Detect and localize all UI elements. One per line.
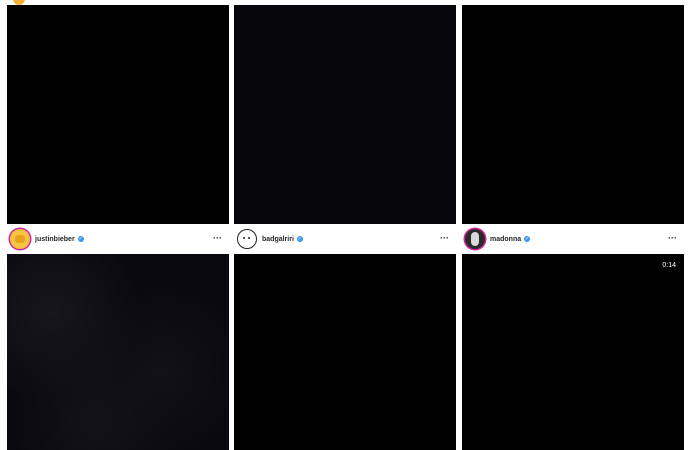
more-options-icon[interactable]: ···: [440, 233, 449, 243]
verified-badge-icon: ✓: [296, 236, 303, 242]
post-media-badgalriri[interactable]: [234, 254, 456, 450]
feed-column-3: madonna ✓ ··· 0:14: [462, 0, 684, 450]
verified-badge-icon: ✓: [77, 236, 84, 242]
post-media-top-3[interactable]: [462, 5, 684, 224]
username-link[interactable]: badgalriri: [262, 236, 294, 243]
post-header-badgalriri: badgalriri ✓ ···: [234, 225, 456, 253]
video-duration-badge: 0:14: [662, 262, 676, 269]
avatar[interactable]: [237, 229, 257, 249]
more-options-icon[interactable]: ···: [668, 233, 677, 243]
more-options-icon[interactable]: ···: [213, 233, 222, 243]
post-media-madonna[interactable]: 0:14: [462, 254, 684, 450]
username-link[interactable]: justinbieber: [35, 236, 75, 243]
post-media-justinbieber[interactable]: [7, 254, 229, 450]
feed-column-1: justinbieber ✓ ···: [7, 0, 229, 450]
avatar[interactable]: [465, 229, 485, 249]
verified-badge-icon: ✓: [524, 236, 531, 242]
feed-column-2: badgalriri ✓ ···: [234, 0, 456, 450]
avatar[interactable]: [10, 229, 30, 249]
post-header-madonna: madonna ✓ ···: [462, 225, 684, 253]
username-link[interactable]: madonna: [490, 236, 521, 243]
post-header-justinbieber: justinbieber ✓ ···: [7, 225, 229, 253]
post-media-top-2[interactable]: [234, 5, 456, 224]
post-media-top-1[interactable]: [7, 5, 229, 224]
